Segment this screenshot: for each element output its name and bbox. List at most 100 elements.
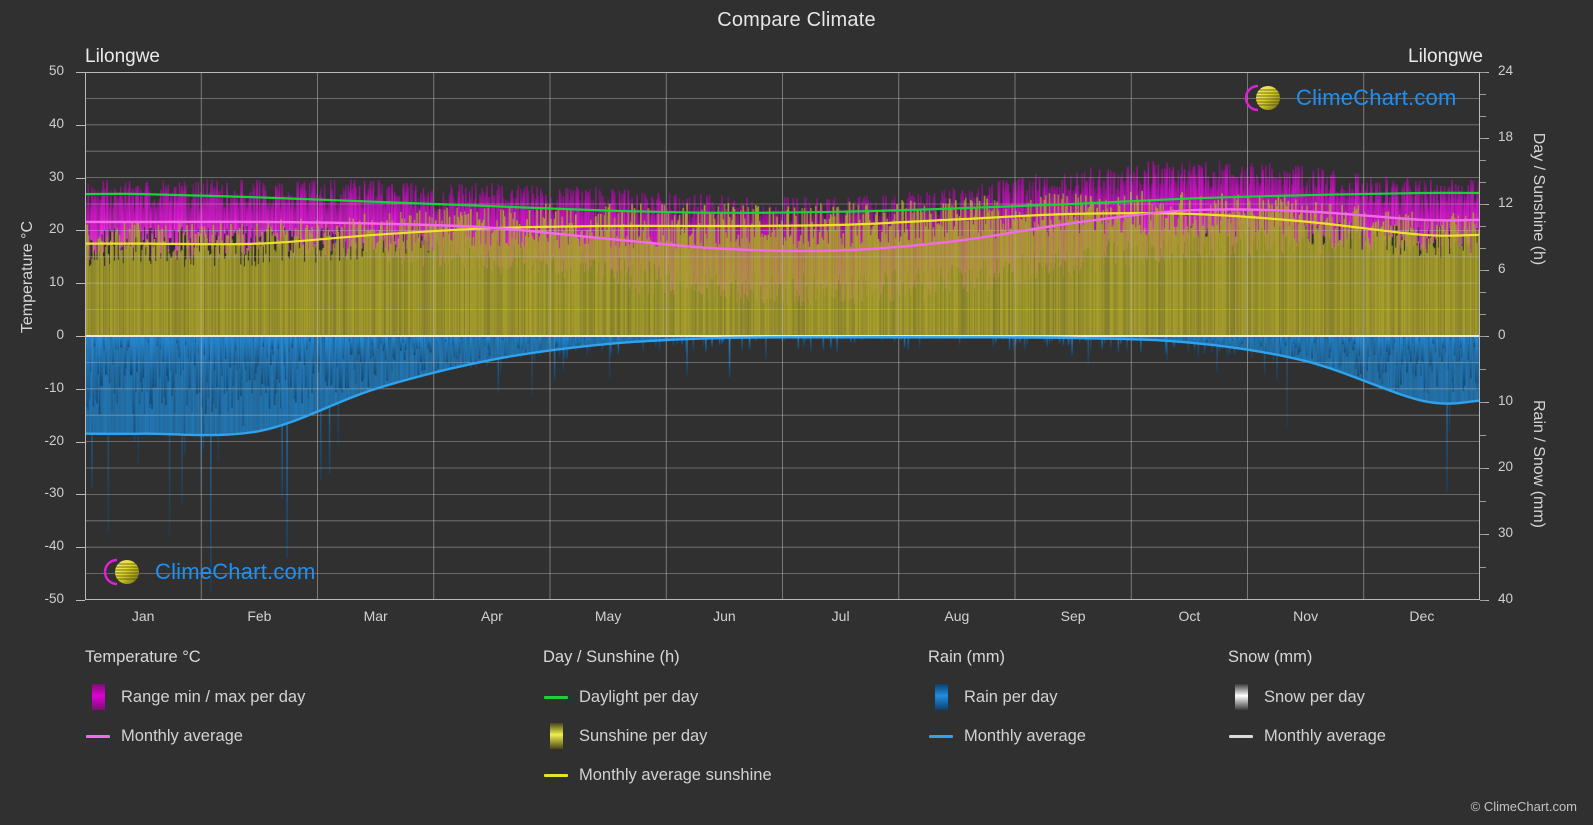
tick-hours-12: 12 xyxy=(1498,195,1514,210)
legend-item[interactable]: Sunshine per day xyxy=(543,720,772,752)
legend-label: Snow per day xyxy=(1264,687,1365,706)
tick-month-oct: Oct xyxy=(1178,608,1201,624)
tick-month-may: May xyxy=(594,608,622,624)
climechart-logo-top[interactable]: ClimeChart.com xyxy=(1236,80,1457,116)
tick-mark-minor xyxy=(1480,402,1486,403)
legend-heading: Day / Sunshine (h) xyxy=(543,648,680,666)
legend-line-icon xyxy=(929,734,953,738)
tick-mark xyxy=(76,177,85,179)
station-label-left: Lilongwe xyxy=(85,46,160,67)
tick-mark-minor xyxy=(1480,226,1486,227)
legend-item[interactable]: Snow per day xyxy=(1228,681,1386,713)
tick-month-apr: Apr xyxy=(480,608,503,624)
legend-group-temperature-c: Temperature °C Range min / max per day Mon… xyxy=(85,648,305,759)
legend-heading: Rain (mm) xyxy=(928,648,1005,666)
tick-temperature--50: -50 xyxy=(44,591,64,606)
climechart-logo-mark xyxy=(1236,80,1292,116)
tick-mark-minor xyxy=(1480,182,1486,183)
legend-line-key xyxy=(1228,723,1254,749)
tick-month-jun: Jun xyxy=(713,608,736,624)
tick-mark-minor xyxy=(1480,435,1486,436)
axis-title-temperature: Temperature °C xyxy=(19,220,36,334)
tick-month-nov: Nov xyxy=(1293,608,1319,624)
legend-swatch-icon xyxy=(91,684,105,710)
legend-swatch-icon xyxy=(934,684,948,710)
tick-temperature--20: -20 xyxy=(44,432,64,448)
tick-hours-0: 0 xyxy=(1498,327,1506,342)
tick-mm-10: 10 xyxy=(1498,393,1514,408)
station-label-right: Lilongwe xyxy=(1408,46,1483,67)
legend-item[interactable]: Rain per day xyxy=(928,681,1086,713)
tick-mark-minor xyxy=(1480,248,1486,249)
chart-legend: Temperature °C Range min / max per day Mon… xyxy=(0,648,1593,808)
legend-item[interactable]: Daylight per day xyxy=(543,681,772,713)
tick-month-feb: Feb xyxy=(247,608,272,624)
legend-swatch-icon xyxy=(1234,684,1248,710)
tick-mark-minor xyxy=(1480,116,1486,117)
tick-mark-minor xyxy=(1480,138,1486,139)
legend-line-key xyxy=(543,684,569,710)
climechart-logo-bottom[interactable]: ClimeChart.com xyxy=(95,554,316,590)
tick-temperature--10: -10 xyxy=(44,379,64,395)
legend-line-key xyxy=(543,762,569,788)
tick-mark xyxy=(76,72,85,73)
tick-month-jan: Jan xyxy=(131,608,155,624)
legend-line-key xyxy=(928,723,954,749)
legend-label: Rain per day xyxy=(964,687,1058,706)
tick-mm-40: 40 xyxy=(1498,591,1514,606)
tick-mark xyxy=(76,230,85,232)
legend-swatch xyxy=(85,684,111,710)
legend-line-key xyxy=(85,723,111,749)
legend-label: Monthly average xyxy=(1264,726,1386,745)
tick-month-sep: Sep xyxy=(1060,608,1086,624)
tick-temperature-30: 30 xyxy=(48,168,64,184)
copyright-notice: © ClimeChart.com xyxy=(1470,799,1577,814)
tick-mark-minor xyxy=(1480,600,1486,601)
tick-mark-minor xyxy=(1480,567,1486,568)
tick-temperature-40: 40 xyxy=(48,115,64,131)
legend-heading: Snow (mm) xyxy=(1228,648,1313,666)
climechart-logo-text: ClimeChart.com xyxy=(1296,85,1457,110)
tick-month-aug: Aug xyxy=(944,608,970,624)
legend-line-icon xyxy=(544,773,568,777)
legend-item[interactable]: Monthly average sunshine xyxy=(543,759,772,791)
legend-item[interactable]: Monthly average xyxy=(85,720,305,752)
tick-mark-minor xyxy=(1480,369,1486,370)
tick-mark-minor xyxy=(1480,270,1486,271)
tick-mark-minor xyxy=(1480,94,1486,95)
plot-area xyxy=(85,72,1480,600)
climechart-logo-mark xyxy=(95,554,151,590)
legend-swatch xyxy=(928,684,954,710)
tick-mark xyxy=(76,283,85,285)
legend-label: Monthly average sunshine xyxy=(579,765,772,784)
tick-month-dec: Dec xyxy=(1409,608,1435,624)
axis-title-day-sunshine: Day / Sunshine (h) xyxy=(1530,132,1547,266)
tick-month-mar: Mar xyxy=(363,608,388,624)
legend-label: Monthly average xyxy=(964,726,1086,745)
tick-temperature--30: -30 xyxy=(44,485,64,501)
legend-group-snow-mm: Snow (mm) Snow per day Monthly average xyxy=(1228,648,1386,759)
legend-label: Daylight per day xyxy=(579,687,699,706)
axis-title-rain-snow: Rain / Snow (mm) xyxy=(1530,399,1547,529)
legend-heading: Temperature °C xyxy=(85,648,201,666)
tick-mark-minor xyxy=(1480,468,1486,469)
legend-label: Sunshine per day xyxy=(579,726,708,745)
tick-hours-24: 24 xyxy=(1498,63,1514,78)
legend-swatch-icon xyxy=(549,723,563,749)
tick-mark-minor xyxy=(1480,501,1486,502)
legend-label: Range min / max per day xyxy=(121,687,306,706)
tick-mark xyxy=(76,547,85,549)
climate-plot-svg xyxy=(85,72,1480,600)
tick-mark xyxy=(76,124,85,126)
legend-line-icon xyxy=(86,734,110,738)
legend-item[interactable]: Monthly average xyxy=(1228,720,1386,752)
tick-mark-minor xyxy=(1480,292,1486,293)
tick-mark-minor xyxy=(1480,314,1486,315)
legend-item[interactable]: Range min / max per day xyxy=(85,681,305,713)
legend-group-rain-mm: Rain (mm) Rain per day Monthly average xyxy=(928,648,1086,759)
climechart-logo-text: ClimeChart.com xyxy=(155,559,316,584)
tick-mark xyxy=(76,441,85,443)
page-title: Compare Climate xyxy=(717,9,876,31)
legend-item[interactable]: Monthly average xyxy=(928,720,1086,752)
tick-mark xyxy=(76,388,85,390)
